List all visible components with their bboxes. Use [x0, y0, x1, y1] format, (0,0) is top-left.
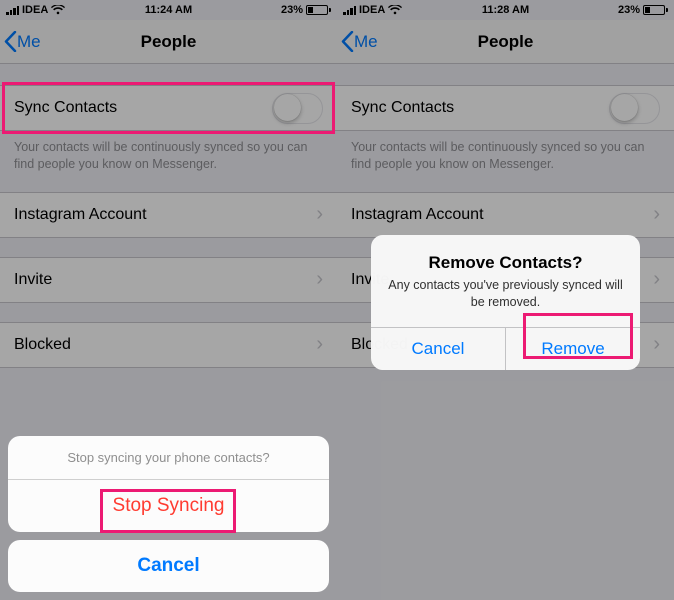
blocked-row[interactable]: Blocked › — [0, 322, 337, 368]
phone-left: IDEA 11:24 AM 23% Me People Sync Contact… — [0, 0, 337, 600]
alert-remove-contacts: Remove Contacts? Any contacts you've pre… — [371, 235, 640, 370]
battery-icon — [643, 5, 668, 15]
sync-contacts-row[interactable]: Sync Contacts — [0, 85, 337, 131]
clock: 11:28 AM — [482, 4, 529, 16]
status-bar: IDEA 11:24 AM 23% — [0, 0, 337, 20]
instagram-account-label: Instagram Account — [351, 206, 484, 224]
chevron-left-icon — [341, 31, 354, 52]
carrier-label: IDEA — [359, 4, 385, 16]
instagram-account-label: Instagram Account — [14, 206, 147, 224]
back-button[interactable]: Me — [4, 31, 41, 52]
sync-contacts-toggle[interactable] — [272, 93, 323, 124]
blocked-label: Blocked — [14, 336, 71, 354]
instagram-account-row[interactable]: Instagram Account › — [337, 192, 674, 238]
chevron-right-icon: › — [316, 268, 323, 291]
sync-contacts-desc: Your contacts will be continuously synce… — [0, 131, 337, 173]
sync-contacts-toggle[interactable] — [609, 93, 660, 124]
wifi-icon — [388, 5, 402, 15]
stop-syncing-button[interactable]: Stop Syncing — [8, 479, 329, 532]
alert-message: Any contacts you've previously synced wi… — [385, 277, 626, 311]
chevron-right-icon: › — [653, 203, 660, 226]
signal-icon — [343, 6, 356, 15]
page-title: People — [478, 32, 534, 52]
invite-label: Invite — [14, 271, 52, 289]
chevron-right-icon: › — [316, 203, 323, 226]
nav-bar: Me People — [337, 20, 674, 64]
signal-icon — [6, 6, 19, 15]
battery-pct: 23% — [618, 4, 640, 16]
sync-contacts-label: Sync Contacts — [14, 99, 117, 117]
action-sheet: Stop syncing your phone contacts? Stop S… — [8, 436, 329, 592]
invite-row[interactable]: Invite › — [0, 257, 337, 303]
status-bar: IDEA 11:28 AM 23% — [337, 0, 674, 20]
clock: 11:24 AM — [145, 4, 192, 16]
back-label: Me — [354, 32, 378, 52]
cancel-button[interactable]: Cancel — [8, 540, 329, 592]
instagram-account-row[interactable]: Instagram Account › — [0, 192, 337, 238]
sync-contacts-row[interactable]: Sync Contacts — [337, 85, 674, 131]
carrier-label: IDEA — [22, 4, 48, 16]
battery-pct: 23% — [281, 4, 303, 16]
back-button[interactable]: Me — [341, 31, 378, 52]
alert-cancel-button[interactable]: Cancel — [371, 328, 505, 370]
nav-bar: Me People — [0, 20, 337, 64]
alert-remove-button[interactable]: Remove — [505, 328, 640, 370]
battery-icon — [306, 5, 331, 15]
sync-contacts-desc: Your contacts will be continuously synce… — [337, 131, 674, 173]
chevron-right-icon: › — [653, 333, 660, 356]
chevron-right-icon: › — [653, 268, 660, 291]
chevron-right-icon: › — [316, 333, 323, 356]
chevron-left-icon — [4, 31, 17, 52]
back-label: Me — [17, 32, 41, 52]
sync-contacts-label: Sync Contacts — [351, 99, 454, 117]
wifi-icon — [51, 5, 65, 15]
alert-title: Remove Contacts? — [385, 253, 626, 273]
action-sheet-title: Stop syncing your phone contacts? — [8, 436, 329, 479]
page-title: People — [141, 32, 197, 52]
phone-right: IDEA 11:28 AM 23% Me People Sync Contact… — [337, 0, 674, 600]
